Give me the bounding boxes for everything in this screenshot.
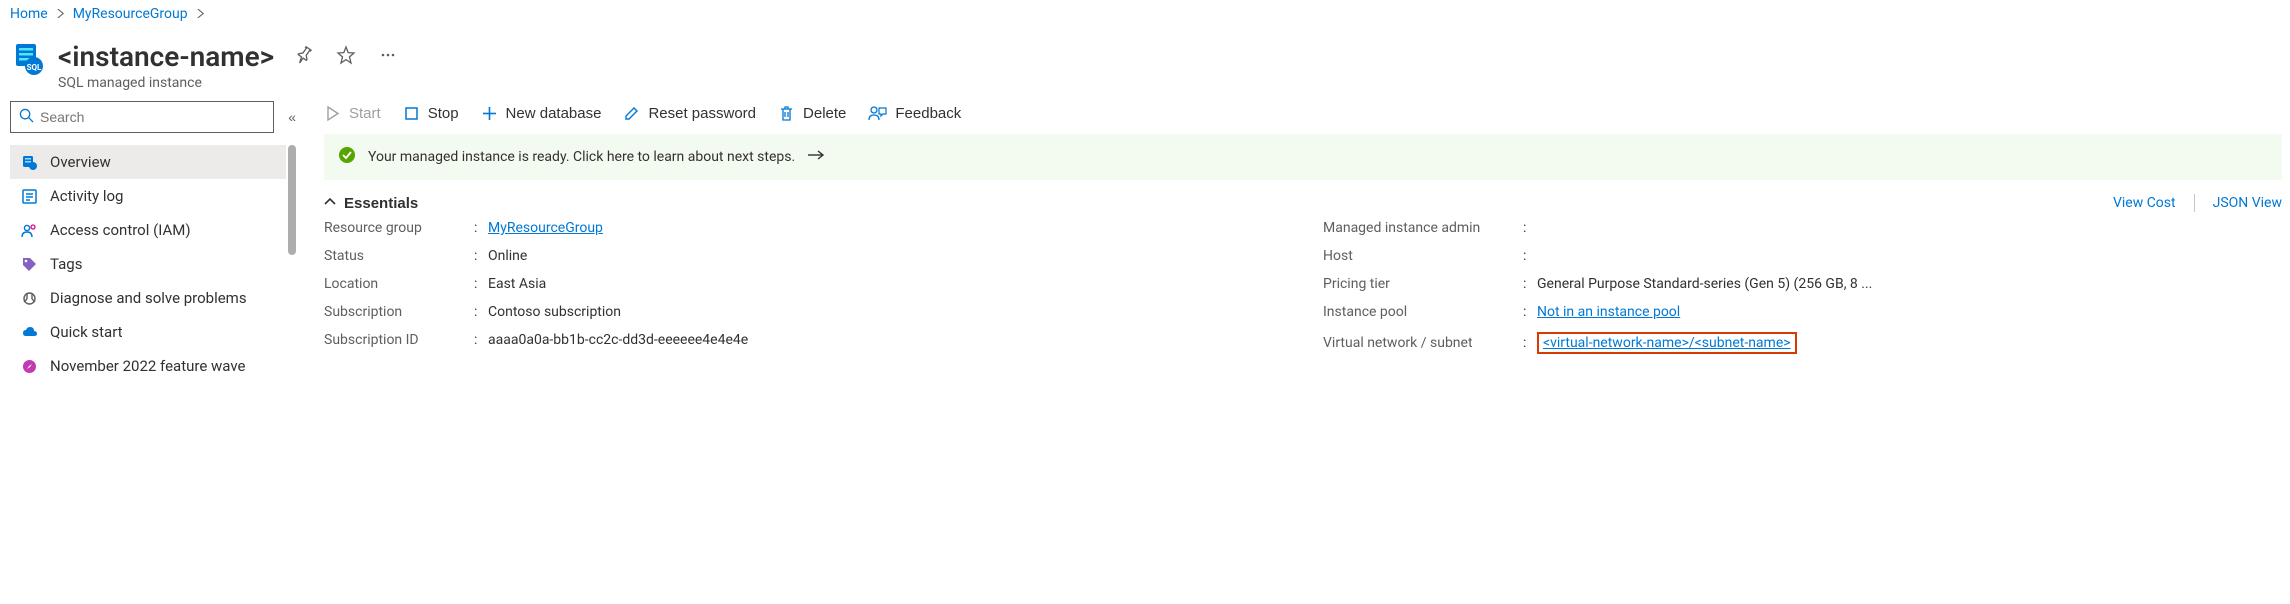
trash-icon: [778, 105, 795, 122]
ess-label-subscription-id: Subscription ID: [324, 332, 474, 348]
ess-label-subscription: Subscription: [324, 304, 474, 320]
ess-label-host: Host: [1323, 248, 1523, 264]
divider: [2194, 194, 2195, 212]
ess-value-subscription-id: aaaa0a0a-bb1b-cc2c-dd3d-eeeeee4e4e4e: [488, 332, 748, 348]
stop-icon: [403, 105, 420, 122]
ess-label-pool: Instance pool: [1323, 304, 1523, 320]
resource-type-subtitle: SQL managed instance: [58, 75, 400, 91]
sidebar-item-feature-wave[interactable]: November 2022 feature wave: [10, 349, 286, 383]
reset-password-button[interactable]: Reset password: [623, 105, 756, 122]
ess-value-pool[interactable]: Not in an instance pool: [1537, 304, 1680, 320]
ready-alert[interactable]: Your managed instance is ready. Click he…: [324, 134, 2282, 180]
ess-value-subscription: Contoso subscription: [488, 304, 621, 320]
sidebar-item-label: Overview: [50, 153, 111, 171]
ess-value-location: East Asia: [488, 276, 546, 292]
sql-instance-icon: [20, 154, 38, 171]
sidebar-item-activity-log[interactable]: Activity log: [10, 179, 286, 213]
ess-label-pricing: Pricing tier: [1323, 276, 1523, 292]
sidebar-item-quick-start[interactable]: Quick start: [10, 315, 286, 349]
new-database-button[interactable]: New database: [481, 105, 602, 122]
pin-icon[interactable]: [292, 43, 316, 70]
essentials-title: Essentials: [344, 195, 418, 212]
breadcrumb: Home MyResourceGroup: [0, 0, 2290, 28]
ess-label-resource-group: Resource group: [324, 220, 474, 236]
toolbar-label: Feedback: [895, 105, 961, 122]
start-button[interactable]: Start: [324, 105, 381, 122]
toolbar-label: Stop: [428, 105, 459, 122]
ess-label-location: Location: [324, 276, 474, 292]
chevron-right-icon: [196, 6, 205, 22]
breadcrumb-group[interactable]: MyResourceGroup: [73, 6, 188, 22]
essentials-grid: Resource group : MyResourceGroup Status …: [324, 220, 2282, 354]
toolbar-label: Start: [349, 105, 381, 122]
ess-value-resource-group[interactable]: MyResourceGroup: [488, 220, 603, 236]
sidebar-item-label: Diagnose and solve problems: [50, 289, 247, 307]
highlight-box: <virtual-network-name>/<subnet-name>: [1537, 332, 1797, 354]
resource-header: SQL <instance-name> SQL managed instance: [0, 28, 2290, 101]
stop-button[interactable]: Stop: [403, 105, 459, 122]
toolbar-label: Delete: [803, 105, 846, 122]
toolbar-label: Reset password: [648, 105, 756, 122]
sidebar-item-tags[interactable]: Tags: [10, 247, 286, 281]
delete-button[interactable]: Delete: [778, 105, 846, 122]
sql-managed-instance-icon: SQL: [10, 40, 46, 76]
sidebar-item-overview[interactable]: Overview: [10, 145, 286, 179]
play-icon: [324, 105, 341, 122]
chevron-up-icon: [324, 195, 336, 212]
star-icon[interactable]: [334, 43, 358, 70]
sidebar-item-label: Quick start: [50, 323, 123, 341]
sidebar-item-access-control[interactable]: Access control (IAM): [10, 213, 286, 247]
ess-value-pricing: General Purpose Standard-series (Gen 5) …: [1537, 276, 1872, 292]
command-bar: Start Stop New database Reset password: [324, 101, 2282, 134]
search-icon: [19, 108, 34, 127]
success-icon: [338, 146, 356, 168]
pencil-icon: [623, 105, 640, 122]
json-view-link[interactable]: JSON View: [2213, 195, 2282, 211]
ess-value-status: Online: [488, 248, 527, 264]
feedback-button[interactable]: Feedback: [868, 105, 961, 122]
ess-label-vnet: Virtual network / subnet: [1323, 335, 1523, 351]
svg-text:SQL: SQL: [27, 63, 42, 72]
essentials-toggle[interactable]: Essentials: [324, 195, 418, 212]
sidebar-item-label: November 2022 feature wave: [50, 357, 245, 375]
sidebar-scrollbar[interactable]: [288, 145, 296, 405]
cloud-icon: [20, 324, 38, 341]
sidebar-item-label: Tags: [50, 255, 82, 273]
chevron-right-icon: [56, 6, 65, 22]
sidebar-item-diagnose[interactable]: Diagnose and solve problems: [10, 281, 286, 315]
collapse-sidebar-button[interactable]: «: [288, 109, 296, 125]
breadcrumb-home[interactable]: Home: [10, 6, 48, 22]
ess-value-vnet[interactable]: <virtual-network-name>/<subnet-name>: [1543, 335, 1791, 351]
view-cost-link[interactable]: View Cost: [2113, 195, 2176, 211]
tag-icon: [20, 256, 38, 273]
ess-label-status: Status: [324, 248, 474, 264]
alert-text: Your managed instance is ready. Click he…: [368, 149, 795, 165]
people-icon: [20, 222, 38, 239]
scrollbar-thumb[interactable]: [288, 145, 296, 255]
page-title: <instance-name>: [58, 40, 274, 73]
arrow-right-icon: [807, 149, 825, 165]
sidebar-item-label: Activity log: [50, 187, 123, 205]
plus-icon: [481, 105, 498, 122]
compass-icon: [20, 358, 38, 375]
more-icon[interactable]: [376, 43, 400, 70]
activity-log-icon: [20, 188, 38, 205]
sidebar-search-box[interactable]: [10, 101, 274, 133]
sidebar-item-label: Access control (IAM): [50, 221, 191, 239]
feedback-icon: [868, 105, 887, 122]
toolbar-label: New database: [506, 105, 602, 122]
diagnose-icon: [20, 290, 38, 307]
ess-label-admin: Managed instance admin: [1323, 220, 1523, 236]
search-input[interactable]: [40, 109, 265, 125]
